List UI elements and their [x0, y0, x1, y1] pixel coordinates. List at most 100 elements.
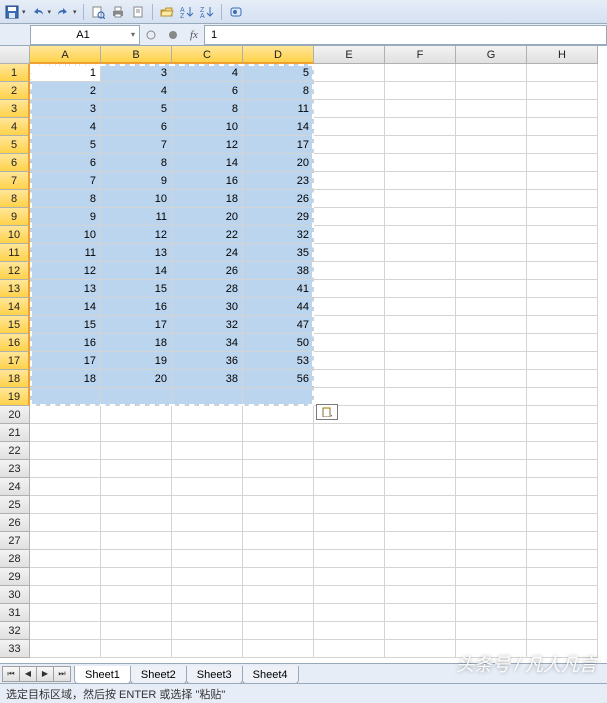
cell[interactable]	[456, 100, 527, 118]
cell[interactable]: 17	[30, 352, 101, 370]
row-header[interactable]: 14	[0, 298, 30, 316]
cell[interactable]	[385, 478, 456, 496]
cell[interactable]	[385, 370, 456, 388]
row-header[interactable]: 24	[0, 478, 30, 496]
cell[interactable]	[243, 406, 314, 424]
cell[interactable]	[172, 388, 243, 406]
cell[interactable]	[456, 154, 527, 172]
cell[interactable]	[172, 550, 243, 568]
cell[interactable]: 53	[243, 352, 314, 370]
cell[interactable]	[385, 514, 456, 532]
cell[interactable]: 15	[30, 316, 101, 334]
redo-icon[interactable]	[55, 4, 71, 20]
print-icon[interactable]	[110, 4, 126, 20]
cell[interactable]	[314, 622, 385, 640]
sheet-tab[interactable]: Sheet3	[186, 666, 243, 684]
cell[interactable]	[172, 406, 243, 424]
cell[interactable]	[456, 82, 527, 100]
cell[interactable]	[314, 568, 385, 586]
cell[interactable]	[527, 568, 598, 586]
cell[interactable]: 38	[172, 370, 243, 388]
cell[interactable]	[527, 136, 598, 154]
cell[interactable]	[243, 478, 314, 496]
row-header[interactable]: 17	[0, 352, 30, 370]
cell[interactable]	[527, 334, 598, 352]
cell[interactable]: 5	[30, 136, 101, 154]
cell[interactable]: 14	[101, 262, 172, 280]
cell[interactable]: 6	[30, 154, 101, 172]
cell[interactable]	[456, 532, 527, 550]
cell[interactable]	[30, 442, 101, 460]
column-header[interactable]: F	[385, 46, 456, 64]
select-all-corner[interactable]	[0, 46, 30, 64]
cell[interactable]	[30, 514, 101, 532]
cell[interactable]: 5	[243, 64, 314, 82]
cell[interactable]: 4	[30, 118, 101, 136]
sort-asc-icon[interactable]: AZ	[179, 4, 195, 20]
cell[interactable]	[314, 172, 385, 190]
cell[interactable]	[456, 64, 527, 82]
sheet-tab[interactable]: Sheet1	[74, 666, 131, 684]
cell[interactable]: 8	[30, 190, 101, 208]
cell[interactable]	[527, 226, 598, 244]
cell[interactable]	[527, 82, 598, 100]
cell[interactable]	[385, 118, 456, 136]
cell[interactable]	[456, 496, 527, 514]
cell[interactable]	[527, 298, 598, 316]
row-header[interactable]: 29	[0, 568, 30, 586]
cell[interactable]: 41	[243, 280, 314, 298]
cell[interactable]	[30, 586, 101, 604]
sheet-nav-last[interactable]: ⏭	[53, 666, 71, 682]
cell[interactable]	[172, 622, 243, 640]
cell[interactable]	[527, 280, 598, 298]
cell[interactable]	[527, 586, 598, 604]
row-header[interactable]: 8	[0, 190, 30, 208]
cell[interactable]: 12	[101, 226, 172, 244]
cell[interactable]: 17	[101, 316, 172, 334]
cell[interactable]	[30, 388, 101, 406]
cell[interactable]	[456, 622, 527, 640]
cell[interactable]	[456, 550, 527, 568]
cell[interactable]	[101, 514, 172, 532]
cell[interactable]: 50	[243, 334, 314, 352]
cell[interactable]: 20	[243, 154, 314, 172]
cell[interactable]	[314, 586, 385, 604]
enter-icon[interactable]	[164, 26, 182, 44]
cell[interactable]	[101, 460, 172, 478]
cell[interactable]	[101, 568, 172, 586]
cell[interactable]	[456, 478, 527, 496]
row-header[interactable]: 3	[0, 100, 30, 118]
cell[interactable]	[172, 640, 243, 658]
row-header[interactable]: 5	[0, 136, 30, 154]
row-header[interactable]: 6	[0, 154, 30, 172]
save-icon[interactable]	[4, 4, 20, 20]
cell[interactable]	[385, 496, 456, 514]
cell[interactable]: 11	[243, 100, 314, 118]
cell[interactable]	[527, 550, 598, 568]
row-header[interactable]: 12	[0, 262, 30, 280]
cell[interactable]	[456, 316, 527, 334]
dropdown-icon[interactable]: ▾	[48, 8, 52, 16]
cell[interactable]	[456, 370, 527, 388]
column-header[interactable]: B	[101, 46, 172, 64]
cell[interactable]	[527, 352, 598, 370]
cell[interactable]	[527, 316, 598, 334]
cell[interactable]	[30, 478, 101, 496]
cell[interactable]	[527, 622, 598, 640]
cell[interactable]	[456, 388, 527, 406]
cell[interactable]	[527, 604, 598, 622]
cell[interactable]: 6	[172, 82, 243, 100]
cell[interactable]: 23	[243, 172, 314, 190]
cell[interactable]	[30, 460, 101, 478]
cell[interactable]	[101, 478, 172, 496]
cell[interactable]	[243, 388, 314, 406]
cell[interactable]	[243, 640, 314, 658]
cell[interactable]	[385, 442, 456, 460]
cell[interactable]	[527, 172, 598, 190]
row-header[interactable]: 19	[0, 388, 30, 406]
cell[interactable]: 26	[243, 190, 314, 208]
cell[interactable]	[385, 280, 456, 298]
sheet-tab[interactable]: Sheet2	[130, 666, 187, 684]
cell[interactable]	[30, 406, 101, 424]
cancel-icon[interactable]	[142, 26, 160, 44]
